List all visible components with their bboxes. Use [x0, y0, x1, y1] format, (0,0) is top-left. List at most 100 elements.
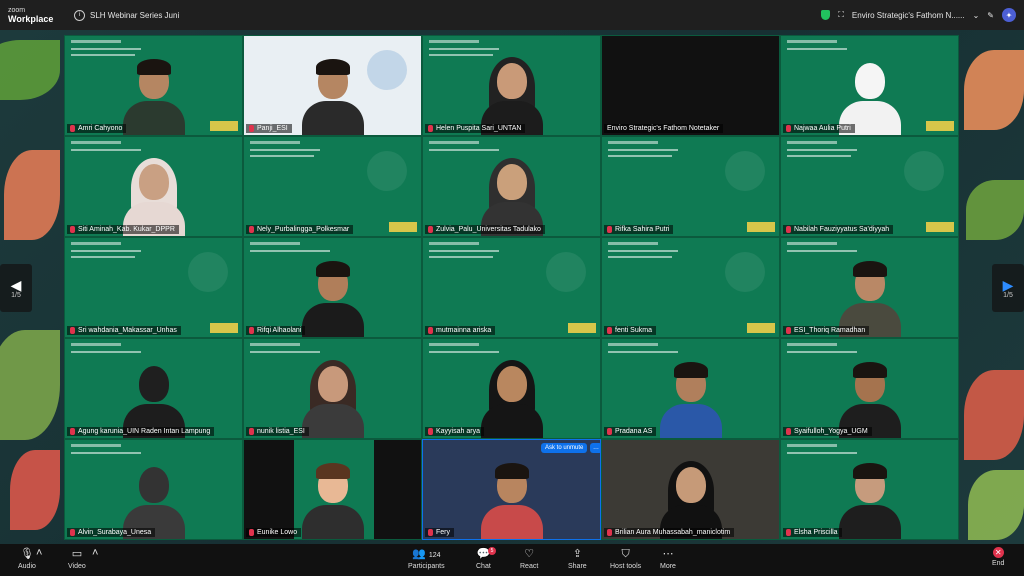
- muted-mic-icon: [70, 226, 75, 233]
- participant-name-label: Agung karunia_UIN Raden Intan Lampung: [67, 427, 215, 436]
- muted-mic-icon: [786, 428, 791, 435]
- participant-tile[interactable]: Rifka Sahira Putri: [601, 136, 780, 237]
- participant-name-label: nunik listia_ESI: [246, 427, 309, 436]
- video-options-chevron[interactable]: ˄: [92, 546, 98, 560]
- info-icon[interactable]: i: [74, 9, 85, 21]
- participant-name-label: Nely_Purbalingga_Polkesmar: [246, 225, 354, 234]
- chevron-left-icon: ◀: [10, 276, 22, 293]
- more-button[interactable]: ⋯ More: [660, 547, 676, 570]
- ask-to-unmute-button[interactable]: Ask to unmute: [541, 443, 588, 453]
- video-button[interactable]: ▭ Video: [68, 547, 86, 570]
- participant-name-label: Fery: [425, 528, 454, 537]
- participant-tile[interactable]: Siti Aminah_Kab. Kukar_DPPR: [64, 136, 243, 237]
- participant-tile[interactable]: fenti Sukma: [601, 237, 780, 338]
- pencil-icon[interactable]: ✎: [987, 11, 994, 20]
- participants-icon: 👥 124: [412, 548, 441, 560]
- participant-name-label: Brilian Aura Muhassabah_maniclotim: [604, 528, 735, 537]
- muted-mic-icon: [70, 327, 75, 334]
- host-tools-button[interactable]: ⛉ Host tools: [610, 547, 641, 570]
- participant-tile[interactable]: Enviro Strategic's Fathom Notetaker: [601, 35, 780, 136]
- participant-name-label: Rifka Sahira Putri: [604, 225, 674, 234]
- participant-grid: Amri Cahyono Panji_ESI Helen Puspita Sar…: [64, 35, 960, 540]
- participant-tile[interactable]: Nabilah Fauziyyatus Sa'diyyah: [780, 136, 959, 237]
- share-screen-icon: ⇪: [572, 548, 582, 560]
- leaf-decoration: [4, 150, 60, 240]
- ai-companion-icon[interactable]: ✦: [1002, 8, 1016, 22]
- chevron-down-icon[interactable]: ⌄: [973, 11, 980, 20]
- participant-tile[interactable]: Zulvia_Palu_Universitas Tadulako: [422, 136, 601, 237]
- participant-tile[interactable]: Sri wahdania_Makassar_Unhas: [64, 237, 243, 338]
- participant-tile[interactable]: Ask to unmute… Fery: [422, 439, 601, 540]
- participant-tile[interactable]: Amri Cahyono: [64, 35, 243, 136]
- participant-tile[interactable]: mutmainna ariska: [422, 237, 601, 338]
- participant-tile[interactable]: Brilian Aura Muhassabah_maniclotim: [601, 439, 780, 540]
- participant-name-label: Kayyisah arya: [425, 427, 484, 436]
- audio-button[interactable]: 🎙 Audio: [18, 547, 36, 570]
- participant-tile[interactable]: Panji_ESI: [243, 35, 422, 136]
- participant-tile[interactable]: Rifqi Alhaolani: [243, 237, 422, 338]
- chevron-up-icon: ˄: [92, 547, 99, 559]
- chevron-up-icon: ˄: [36, 547, 43, 559]
- end-button[interactable]: ✕ End: [992, 547, 1004, 567]
- participant-tile[interactable]: nunik listia_ESI: [243, 338, 422, 439]
- participant-name-label: ESI_Thoriq Ramadhan: [783, 326, 870, 335]
- participant-tile[interactable]: ESI_Thoriq Ramadhan: [780, 237, 959, 338]
- close-icon: ✕: [992, 547, 1004, 558]
- leaf-decoration: [964, 370, 1024, 460]
- muted-mic-icon: [249, 327, 254, 334]
- participant-name-label: Eunike Lowo: [246, 528, 302, 537]
- participant-tile[interactable]: Agung karunia_UIN Raden Intan Lampung: [64, 338, 243, 439]
- leaf-decoration: [964, 50, 1024, 130]
- participant-name-label: Enviro Strategic's Fathom Notetaker: [604, 124, 724, 133]
- muted-mic-icon: [249, 428, 254, 435]
- microphone-icon: 🎙: [19, 548, 34, 560]
- muted-mic-icon: [70, 428, 75, 435]
- leaf-decoration: [10, 450, 60, 530]
- video-camera-icon: ▭: [71, 548, 83, 560]
- participant-name-label: fenti Sukma: [604, 326, 656, 335]
- participant-tile[interactable]: Pradana AS: [601, 338, 780, 439]
- meeting-info[interactable]: i SLH Webinar Series Juni: [74, 9, 179, 21]
- participant-tile[interactable]: Helen Puspita Sari_UNTAN: [422, 35, 601, 136]
- muted-mic-icon: [786, 125, 791, 132]
- react-button[interactable]: ♡ React: [520, 547, 538, 570]
- participant-tile[interactable]: Najwaa Aulia Putri: [780, 35, 959, 136]
- muted-mic-icon: [786, 226, 791, 233]
- muted-mic-icon: [607, 327, 612, 334]
- share-button[interactable]: ⇪ Share: [568, 547, 587, 570]
- participant-name-label: Alvin_Surabaya_Unesa: [67, 528, 156, 537]
- participant-tile[interactable]: Syaifulloh_Yogya_UGM: [780, 338, 959, 439]
- muted-mic-icon: [607, 428, 612, 435]
- leaf-decoration: [968, 470, 1024, 540]
- muted-mic-icon: [786, 327, 791, 334]
- participant-tile[interactable]: Nely_Purbalingga_Polkesmar: [243, 136, 422, 237]
- muted-mic-icon: [428, 226, 433, 233]
- chat-unread-badge: 5: [488, 547, 496, 555]
- security-shield-icon[interactable]: [821, 10, 831, 20]
- top-bar: zoom Workplace i SLH Webinar Series Juni…: [0, 0, 1024, 30]
- participants-button[interactable]: 👥 124 Participants: [408, 547, 445, 570]
- participant-name-label: Elsha Priscilla: [783, 528, 842, 537]
- recording-app-label[interactable]: Enviro Strategic's Fathom N......: [852, 11, 965, 20]
- muted-mic-icon: [428, 125, 433, 132]
- shield-icon: ⛉: [621, 548, 630, 560]
- chat-button[interactable]: 💬 5 Chat: [476, 547, 496, 570]
- participants-count: 124: [428, 552, 441, 559]
- muted-mic-icon: [607, 226, 612, 233]
- previous-page-button[interactable]: ◀ 1/5: [0, 264, 32, 312]
- participant-name-label: Sri wahdania_Makassar_Unhas: [67, 326, 181, 335]
- muted-mic-icon: [249, 529, 254, 536]
- participant-name-label: Nabilah Fauziyyatus Sa'diyyah: [783, 225, 894, 234]
- leaf-decoration: [0, 40, 60, 100]
- participant-tile[interactable]: Elsha Priscilla: [780, 439, 959, 540]
- fullscreen-icon[interactable]: ⛶: [838, 10, 844, 20]
- participant-tile[interactable]: Eunike Lowo: [243, 439, 422, 540]
- muted-mic-icon: [249, 125, 254, 132]
- more-options-button[interactable]: …: [590, 443, 600, 453]
- next-page-button[interactable]: ▶ 1/5: [992, 264, 1024, 312]
- muted-mic-icon: [607, 529, 612, 536]
- audio-options-chevron[interactable]: ˄: [36, 546, 42, 560]
- participant-tile[interactable]: Alvin_Surabaya_Unesa: [64, 439, 243, 540]
- participant-name-label: Helen Puspita Sari_UNTAN: [425, 124, 526, 133]
- participant-tile[interactable]: Kayyisah arya: [422, 338, 601, 439]
